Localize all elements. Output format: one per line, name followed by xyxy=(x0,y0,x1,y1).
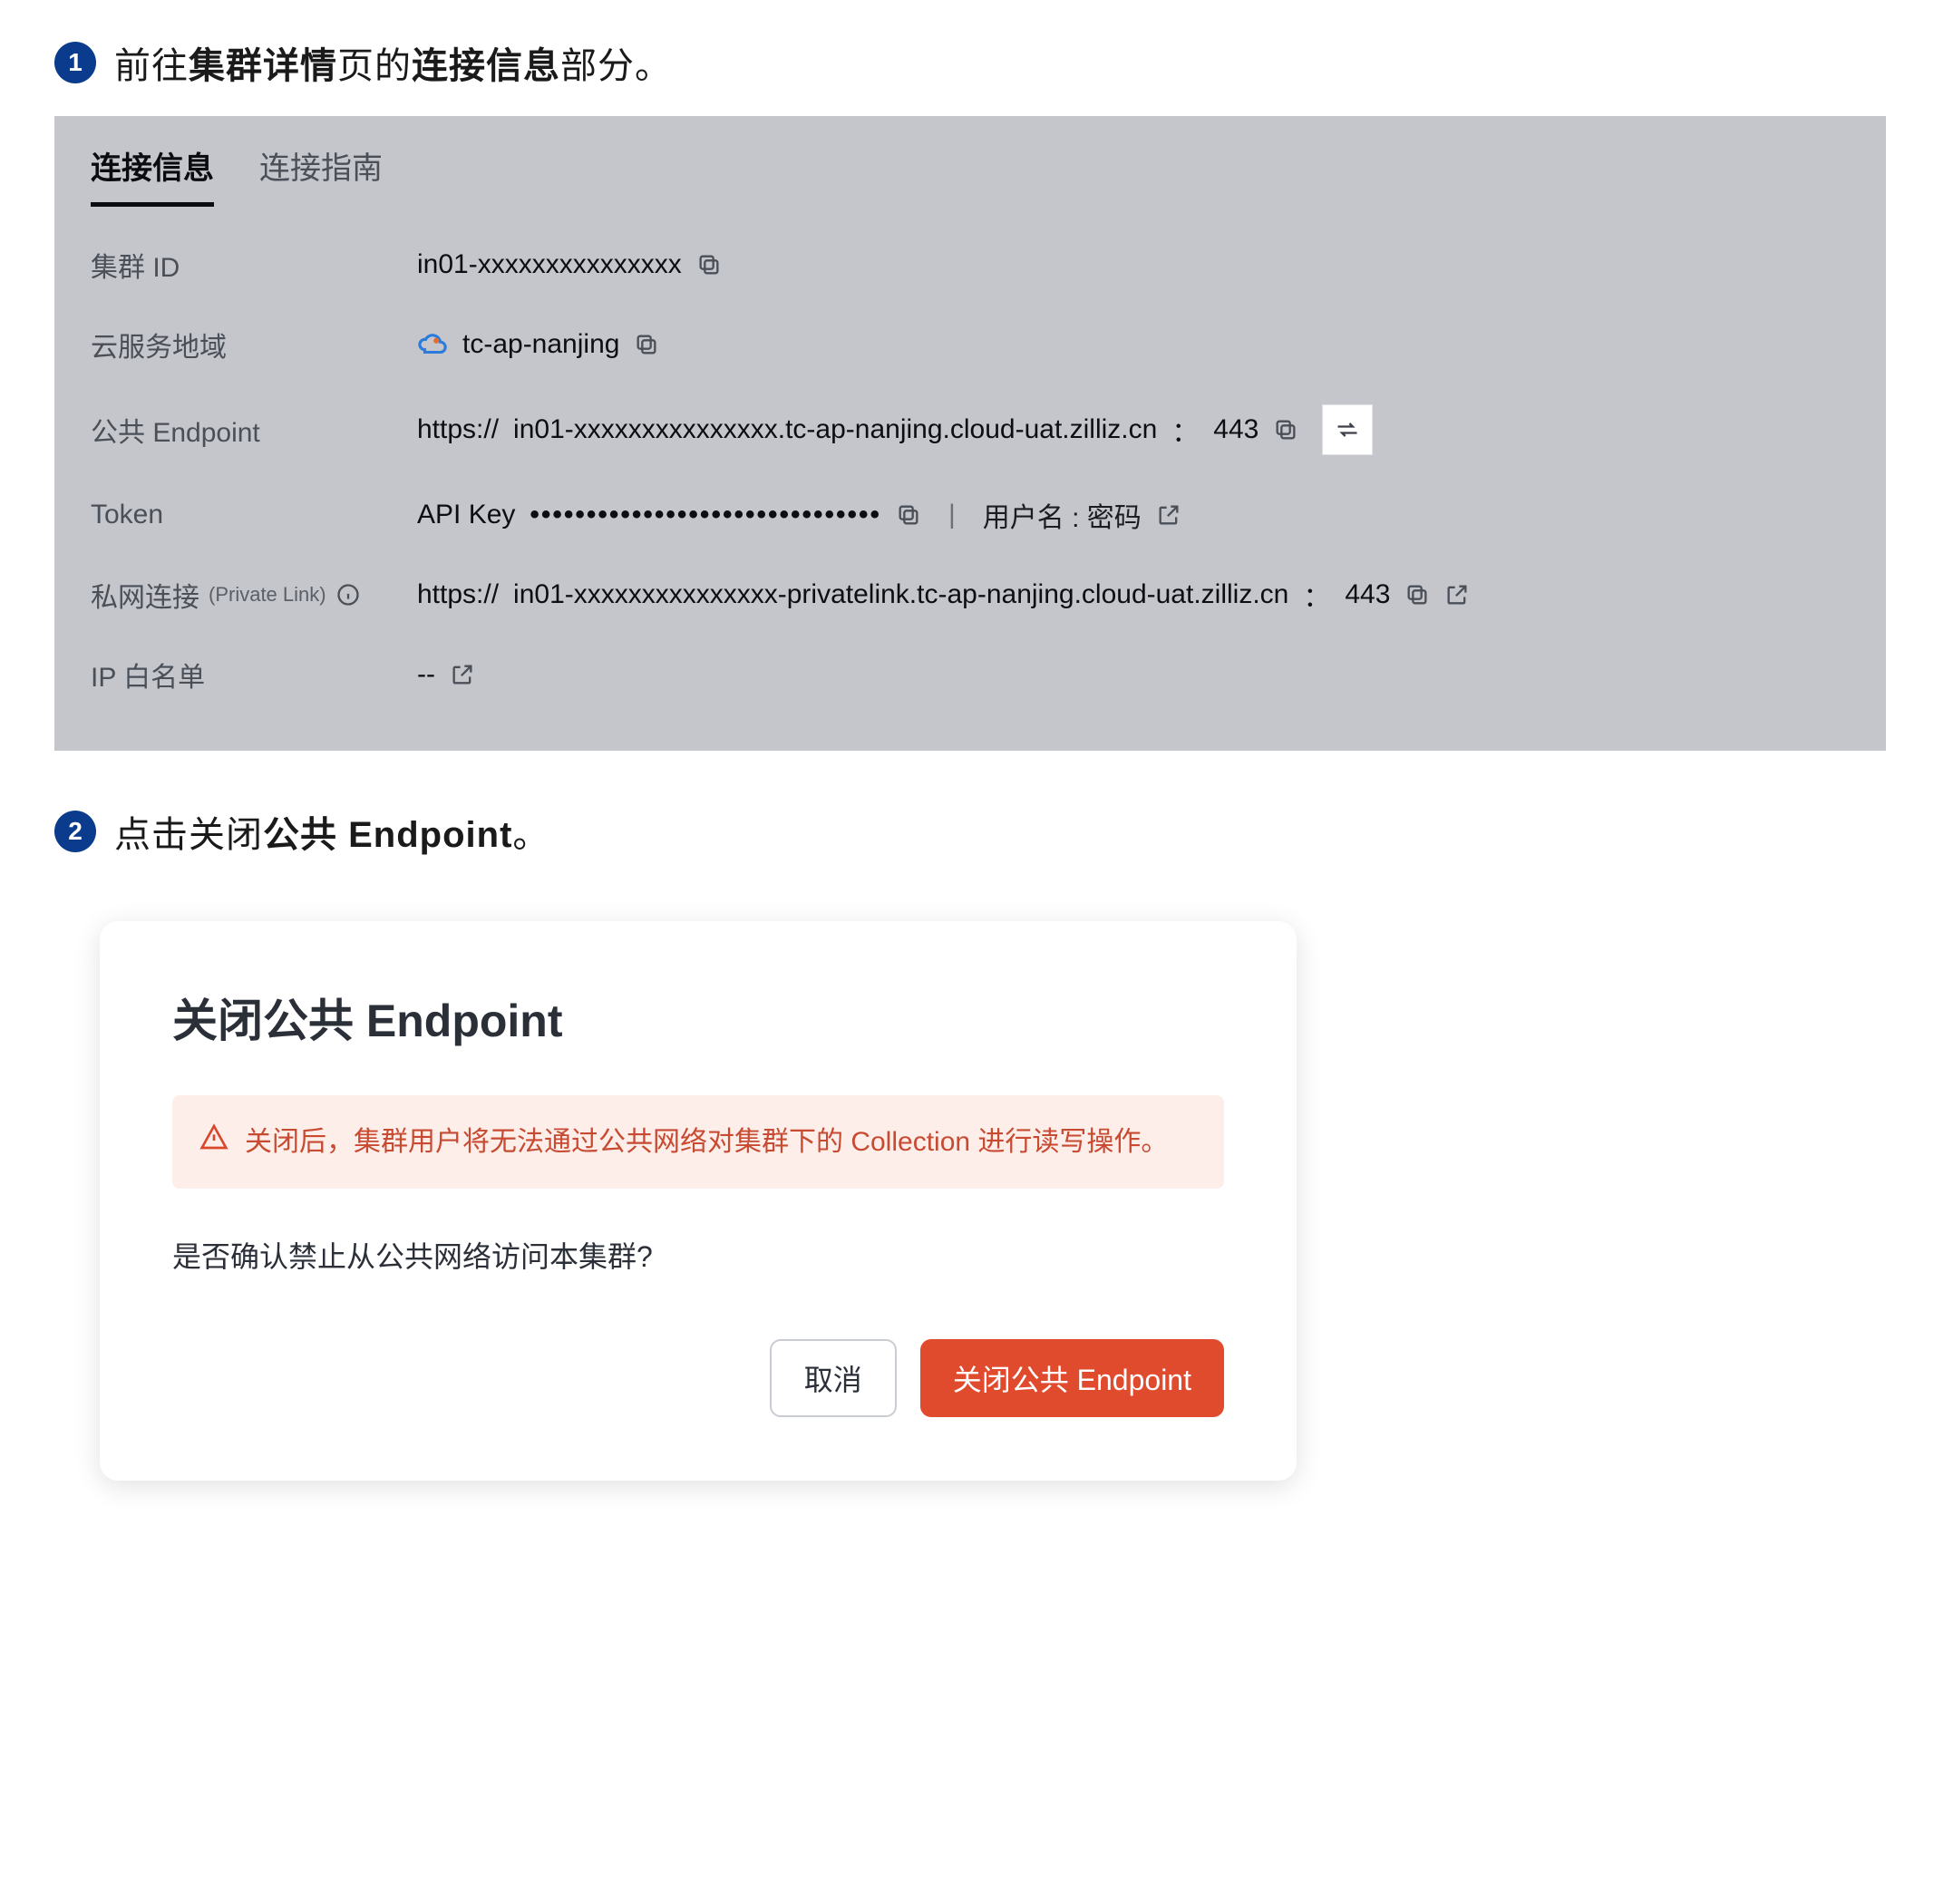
row-token: Token API Key ••••••••••••••••••••••••••… xyxy=(91,475,1850,555)
cancel-button[interactable]: 取消 xyxy=(770,1339,897,1417)
copy-icon[interactable] xyxy=(896,502,921,528)
endpoint-protocol: https:// xyxy=(417,414,499,445)
api-key-masked: ••••••••••••••••••••••••••••••• xyxy=(530,500,881,530)
step-2-suffix: 。 xyxy=(512,815,549,855)
swap-icon xyxy=(1335,417,1360,442)
step-1-badge: 1 xyxy=(54,42,96,83)
confirm-close-button[interactable]: 关闭公共 Endpoint xyxy=(920,1339,1224,1417)
private-colon: ： xyxy=(1303,575,1330,615)
copy-icon[interactable] xyxy=(634,332,659,357)
private-link-sublabel: (Private Link) xyxy=(209,583,326,607)
step-1-suffix: 部分。 xyxy=(560,46,672,86)
row-private-link: 私网连接 (Private Link) https:// in01-xxxxxx… xyxy=(91,555,1850,635)
value-token: API Key ••••••••••••••••••••••••••••••• … xyxy=(417,495,1181,535)
tab-connection-info[interactable]: 连接信息 xyxy=(91,143,214,207)
external-link-icon[interactable] xyxy=(450,662,475,687)
row-ip-whitelist: IP 白名单 -- xyxy=(91,635,1850,714)
warning-icon xyxy=(199,1122,228,1151)
label-token: Token xyxy=(91,500,417,530)
step-1-bold2: 连接信息 xyxy=(412,46,560,86)
step-1-bold1: 集群详情 xyxy=(189,46,337,86)
step-2-badge: 2 xyxy=(54,811,96,852)
api-key-label: API Key xyxy=(417,500,515,530)
endpoint-colon: ： xyxy=(1171,410,1199,450)
copy-icon[interactable] xyxy=(1273,417,1298,442)
step-2-text: 点击关闭公共 Endpoint。 xyxy=(114,805,549,858)
step-2-bold: 公共 Endpoint xyxy=(263,815,512,855)
label-cluster-id: 集群 ID xyxy=(91,245,417,285)
step-1-header: 1 前往集群详情页的连接信息部分。 xyxy=(54,36,1880,89)
endpoint-host: in01-xxxxxxxxxxxxxxx.tc-ap-nanjing.cloud… xyxy=(513,414,1157,445)
label-ip-whitelist: IP 白名单 xyxy=(91,655,417,695)
row-cluster-id: 集群 ID in01-xxxxxxxxxxxxxxx xyxy=(91,225,1850,305)
external-link-icon[interactable] xyxy=(1156,502,1181,528)
close-endpoint-dialog: 关闭公共 Endpoint 关闭后，集群用户将无法通过公共网络对集群下的 Col… xyxy=(100,921,1297,1481)
alert-text: 关闭后，集群用户将无法通过公共网络对集群下的 Collection 进行读写操作… xyxy=(245,1119,1168,1165)
dialog-actions: 取消 关闭公共 Endpoint xyxy=(172,1339,1224,1417)
swap-button[interactable] xyxy=(1322,404,1373,455)
info-rows: 集群 ID in01-xxxxxxxxxxxxxxx 云服务地域 tc-ap-n… xyxy=(54,207,1886,751)
dialog-body: 是否确认禁止从公共网络访问本集群? xyxy=(172,1234,1224,1276)
row-public-endpoint: 公共 Endpoint https:// in01-xxxxxxxxxxxxxx… xyxy=(91,384,1850,475)
step-2-prefix: 点击关闭 xyxy=(114,815,263,855)
row-region: 云服务地域 tc-ap-nanjing xyxy=(91,305,1850,384)
label-public-endpoint: 公共 Endpoint xyxy=(91,410,417,450)
connection-panel: 连接信息 连接指南 集群 ID in01-xxxxxxxxxxxxxxx 云服务… xyxy=(54,116,1886,751)
info-icon[interactable] xyxy=(335,582,361,607)
value-region: tc-ap-nanjing xyxy=(417,329,659,360)
dialog-title: 关闭公共 Endpoint xyxy=(172,985,1224,1050)
step-2-header: 2 点击关闭公共 Endpoint。 xyxy=(54,805,1880,858)
endpoint-port: 443 xyxy=(1213,414,1259,445)
step-1-mid: 页的 xyxy=(337,46,412,86)
value-ip-whitelist: -- xyxy=(417,659,475,690)
tab-connection-guide[interactable]: 连接指南 xyxy=(259,143,383,207)
value-cluster-id: in01-xxxxxxxxxxxxxxx xyxy=(417,249,722,280)
cluster-id-text: in01-xxxxxxxxxxxxxxx xyxy=(417,249,682,280)
copy-icon[interactable] xyxy=(1404,582,1430,607)
private-link-label-text: 私网连接 xyxy=(91,575,199,615)
step-1-prefix: 前往 xyxy=(114,46,189,86)
external-link-icon[interactable] xyxy=(1444,582,1470,607)
private-host: in01-xxxxxxxxxxxxxxx-privatelink.tc-ap-n… xyxy=(513,579,1288,610)
user-pass-text: 用户名 : 密码 xyxy=(983,495,1142,535)
tabs: 连接信息 连接指南 xyxy=(54,116,1886,207)
value-public-endpoint: https:// in01-xxxxxxxxxxxxxxx.tc-ap-nanj… xyxy=(417,404,1373,455)
cloud-icon xyxy=(417,329,448,360)
step-1-text: 前往集群详情页的连接信息部分。 xyxy=(114,36,672,89)
region-text: tc-ap-nanjing xyxy=(462,329,619,360)
label-private-link: 私网连接 (Private Link) xyxy=(91,575,417,615)
ip-whitelist-text: -- xyxy=(417,659,435,690)
separator: | xyxy=(936,500,968,530)
alert-box: 关闭后，集群用户将无法通过公共网络对集群下的 Collection 进行读写操作… xyxy=(172,1095,1224,1189)
copy-icon[interactable] xyxy=(696,252,722,277)
value-private-link: https:// in01-xxxxxxxxxxxxxxx-privatelin… xyxy=(417,575,1470,615)
private-port: 443 xyxy=(1345,579,1390,610)
label-region: 云服务地域 xyxy=(91,325,417,364)
private-protocol: https:// xyxy=(417,579,499,610)
